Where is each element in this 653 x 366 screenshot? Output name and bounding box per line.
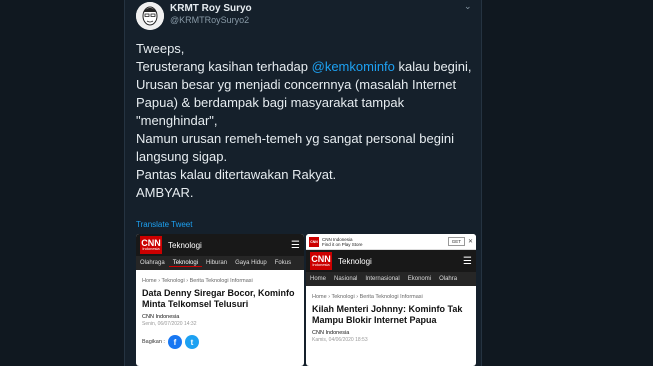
nav-item: Olahraga — [140, 260, 165, 266]
twitter-icon: t — [184, 335, 199, 349]
tweet-text: Tweeps, Terusterang kasihan terhadap @ke… — [136, 41, 472, 200]
cnn-app-icon: CNN — [309, 236, 319, 247]
article-headline: Kilah Menteri Johnny: Kominfo Tak Mampu … — [312, 304, 463, 325]
cnn-logo: CNN Indonesia — [140, 236, 162, 254]
nav-item: Fokus — [274, 260, 292, 266]
avatar[interactable] — [136, 2, 164, 30]
store-subtitle: Find it on Play Store — [322, 241, 363, 247]
cnn-header: CNN Indonesia Teknologi ☰ — [306, 250, 476, 272]
cnn-logo: CNN Indonesia — [310, 252, 332, 270]
nav-item-active: Teknologi — [168, 260, 203, 267]
article-source: CNN Indonesia — [142, 314, 180, 320]
article-source: CNN Indonesia — [312, 330, 350, 336]
nav-item: Ekonomi — [407, 276, 432, 282]
nav-item: Home — [310, 276, 327, 282]
nav-bar: Home Nasional Internasional Ekonomi Olah… — [306, 272, 476, 286]
author-handle[interactable]: @KRMTRoySuryo2 — [170, 15, 249, 25]
menu-icon: ☰ — [291, 239, 300, 251]
breadcrumb: Home › Teknologi › Berita Teknologi Info… — [312, 294, 423, 300]
attached-image-1[interactable]: CNN Indonesia Teknologi ☰ Olahraga Teknol… — [136, 234, 304, 366]
translate-tweet-link[interactable]: Translate Tweet — [136, 220, 192, 229]
share-row: Bagikan : f t — [136, 327, 304, 349]
nav-item: Gaya Hidup — [235, 260, 267, 266]
article-headline: Data Denny Siregar Bocor, Kominfo Minta … — [142, 288, 295, 309]
author-name[interactable]: KRMT Roy Suryo — [170, 3, 252, 14]
close-icon: ✕ — [467, 239, 473, 245]
chevron-down-icon[interactable]: ⌄ — [464, 1, 472, 12]
nav-item: Internasional — [365, 276, 400, 282]
mention-link[interactable]: @kemkominfo — [312, 59, 395, 74]
get-button: GET — [447, 237, 465, 246]
article-date: Kamis, 04/06/2020 18:53 — [312, 337, 368, 343]
avatar-cartoon-icon — [136, 2, 164, 30]
menu-icon: ☰ — [463, 255, 472, 267]
nav-item: Hiburan — [206, 260, 228, 266]
section-title: Teknologi — [168, 240, 202, 250]
app-store-banner: CNN CNN Indonesia Find it on Play Store G… — [306, 234, 476, 250]
nav-item: Olahra — [439, 276, 458, 282]
facebook-icon: f — [167, 335, 182, 349]
share-label: Bagikan : — [142, 339, 165, 345]
nav-bar: Olahraga Teknologi Hiburan Gaya Hidup Fo… — [136, 256, 304, 270]
cnn-header: CNN Indonesia Teknologi ☰ — [136, 234, 304, 256]
breadcrumb: Home › Teknologi › Berita Teknologi Info… — [142, 278, 253, 284]
nav-item: Nasional — [334, 276, 358, 282]
article-date: Senin, 06/07/2020 14:32 — [142, 321, 197, 327]
section-title: Teknologi — [338, 256, 372, 266]
attached-image-2[interactable]: CNN CNN Indonesia Find it on Play Store G… — [306, 234, 476, 366]
